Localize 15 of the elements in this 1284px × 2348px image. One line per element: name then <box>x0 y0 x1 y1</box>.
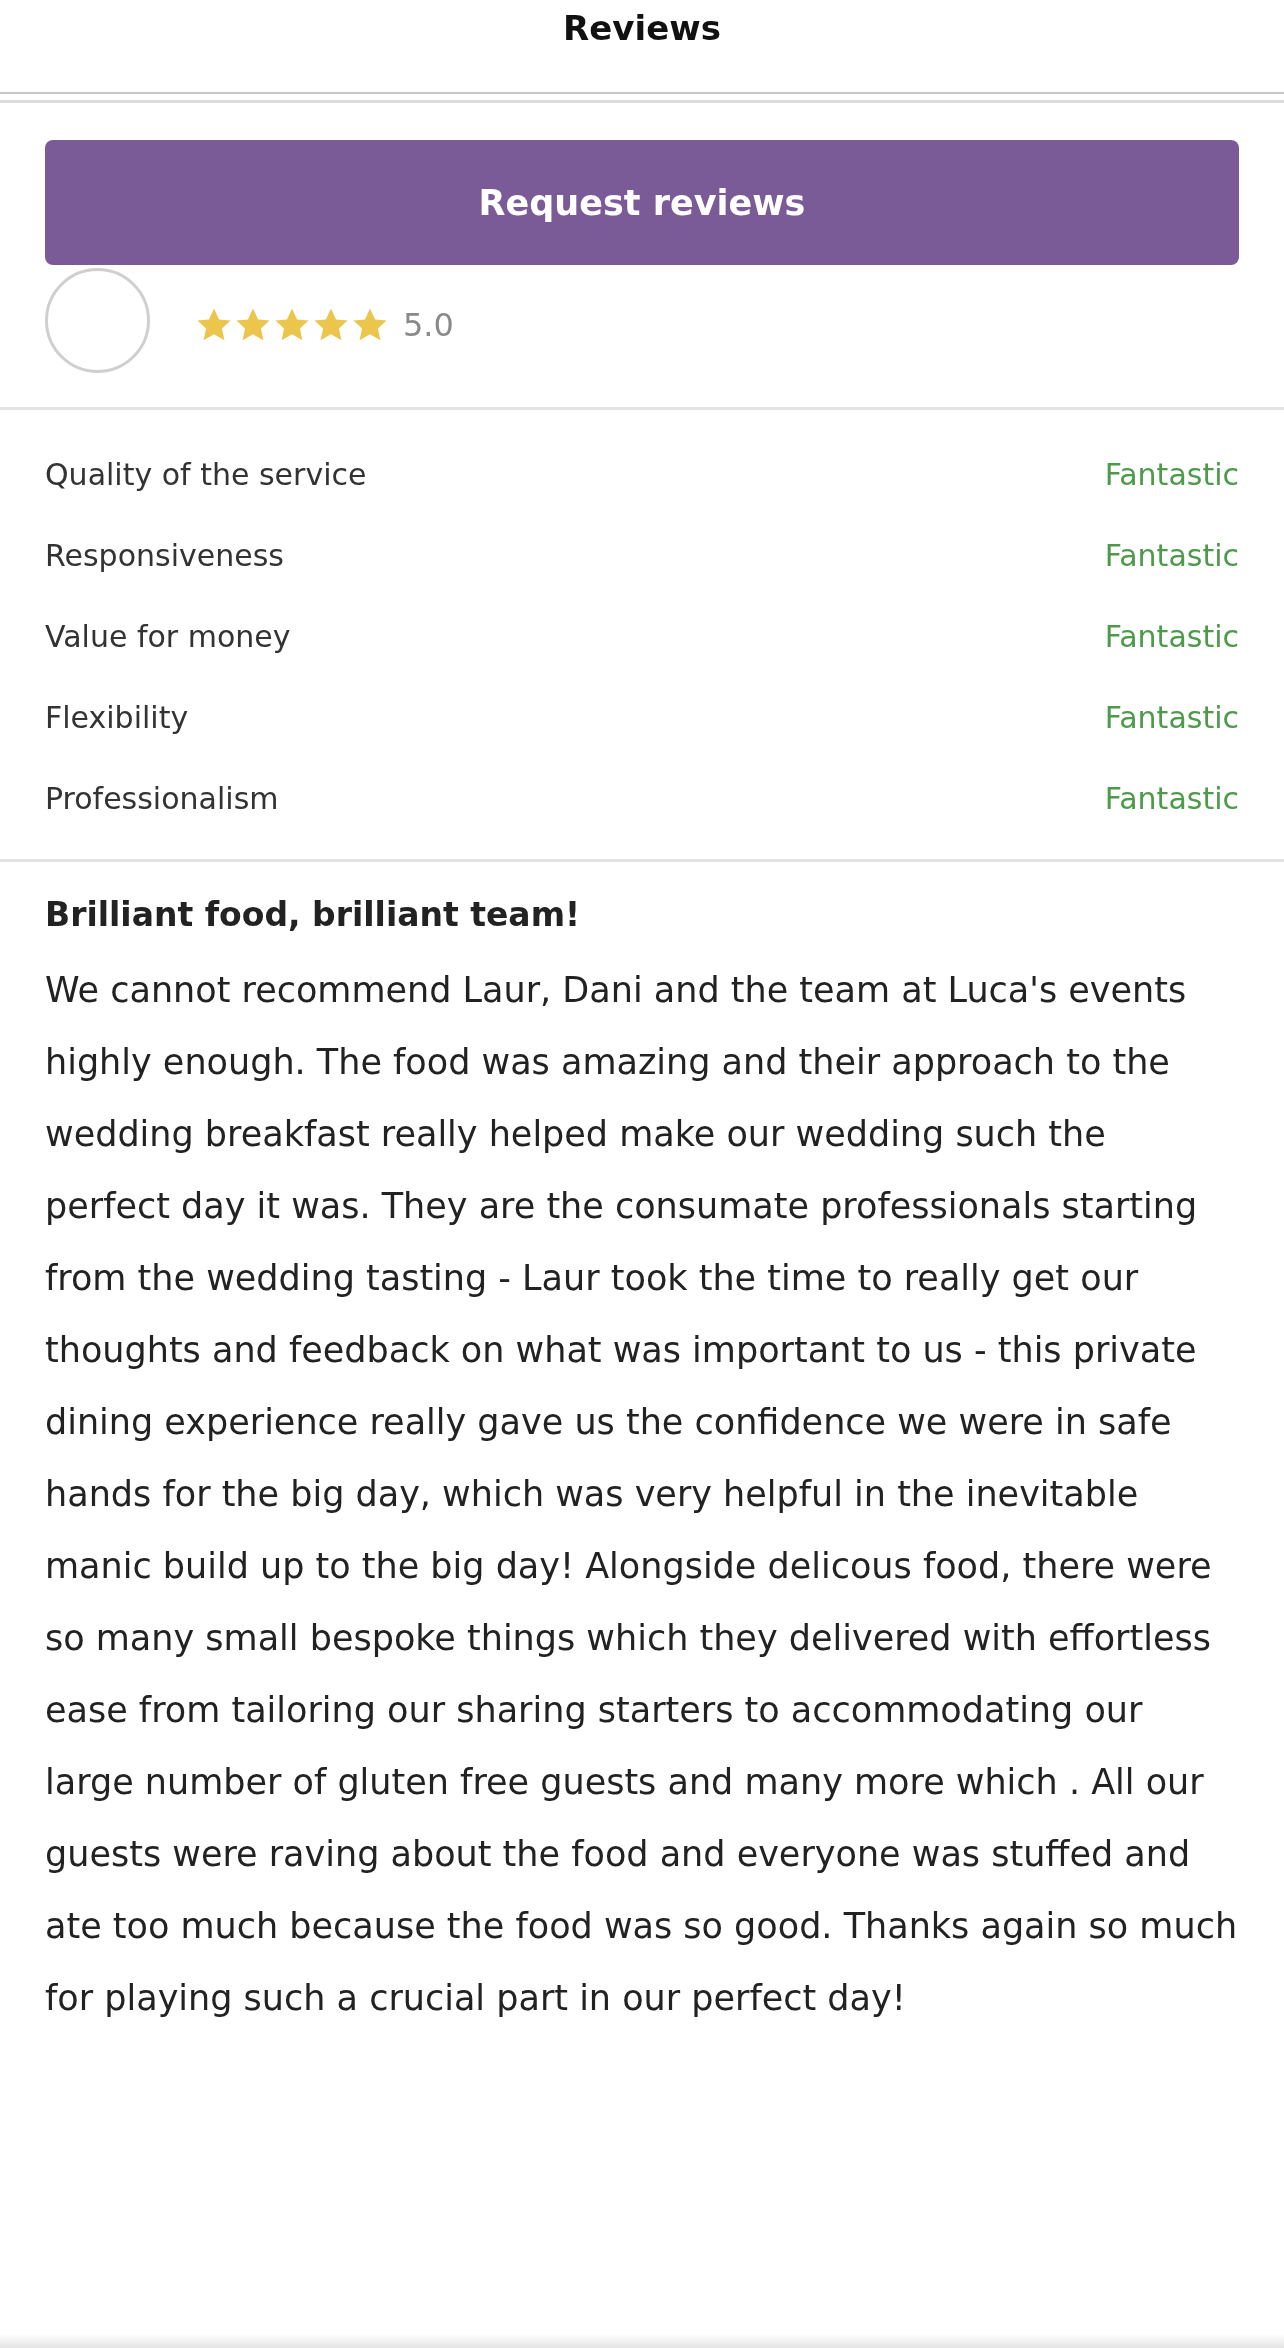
rating-value: Fantastic <box>1104 457 1239 492</box>
review-text: We cannot recommend Laur, Dani and the team at Luca's events highly enough. The food was amazing and their approach to the wedding breakfast really helped make our wedding such the perfect day it was. They are the consumate professionals starting from the wedding tasting - Laur took the time to really get our thoughts and feedback on what was important to us - this private dining experience really gave us the confidence we were in safe hands for the big day, which was very helpful in the inevitable manic build up to the big day! Alongside delicous food, there were so many small bespoke things which they delivered with effortless ease from tailoring our sharing starters to accommodating our large number of gluten free guests and many more which . All our guests were raving about the food and everyone was stuffed and ate too much because the food was so good. Thanks again so much for playing such a crucial part in our perfect day! <box>45 969 1239 2020</box>
rating-label: Quality of the service <box>45 457 367 492</box>
rating-value: Fantastic <box>1104 781 1239 816</box>
review-title: Brilliant food, brilliant team! <box>45 894 582 936</box>
rating-label: Responsiveness <box>45 538 284 573</box>
rating-value: Fantastic <box>1104 700 1239 735</box>
rating-label: Flexibility <box>45 700 189 735</box>
rating-label: Professionalism <box>45 781 279 816</box>
page-title: Reviews <box>563 8 721 48</box>
request-reviews-button[interactable]: Request reviews <box>45 140 1239 265</box>
rating-score: 5.0 <box>403 306 454 344</box>
rating-value: Fantastic <box>1104 619 1239 654</box>
rating-value: Fantastic <box>1104 538 1239 573</box>
rating-label: Value for money <box>45 619 291 654</box>
